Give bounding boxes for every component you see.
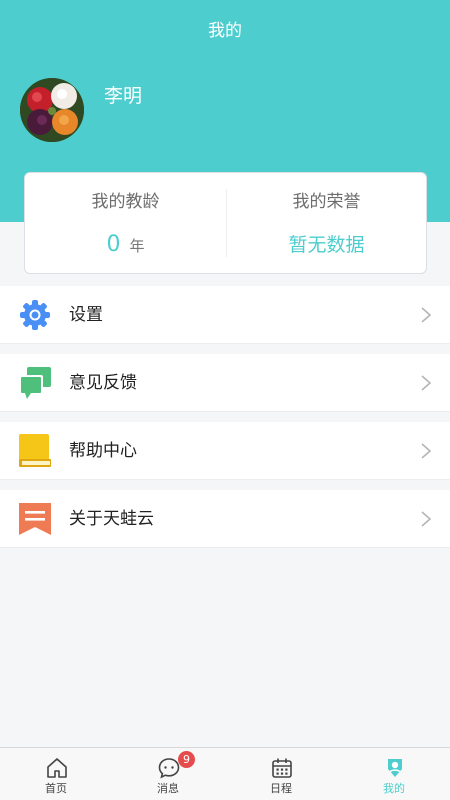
menu-label-settings: 设置 [69, 305, 103, 325]
chevron-right-icon [421, 307, 432, 323]
gear-icon [20, 300, 50, 330]
tab-label-home: 首页 [45, 782, 67, 795]
honors-label: 我的荣誉 [292, 192, 361, 212]
teaching-years-value: 0 年 [25, 231, 226, 260]
tab-label-schedule: 日程 [270, 782, 292, 795]
menu-item-feedback[interactable]: 意见反馈 [0, 354, 450, 412]
profile-icon [388, 759, 402, 777]
teaching-years-label: 我的教龄 [91, 192, 160, 212]
bookmark-icon [19, 503, 51, 535]
menu-item-settings[interactable]: 设置 [0, 286, 450, 344]
honors-stat[interactable]: 我的荣誉 暂无数据 [226, 173, 427, 273]
teaching-years-unit: 年 [129, 237, 145, 255]
honors-value: 暂无数据 [226, 231, 427, 260]
teaching-years-number: 0 [106, 232, 121, 257]
teaching-years-stat[interactable]: 我的教龄 0 年 [25, 173, 226, 273]
avatar[interactable] [20, 78, 84, 142]
chevron-right-icon [421, 375, 432, 391]
tab-schedule[interactable]: 日程 [225, 748, 337, 800]
unread-badge: 9 [178, 751, 195, 768]
book-icon [19, 434, 51, 467]
tab-messages[interactable]: 9 消息 [112, 748, 224, 800]
tab-profile[interactable]: 我的 [338, 748, 450, 800]
home-icon [47, 758, 67, 778]
bottom-tab-bar: 首页 9 消息 日程 我的 [0, 747, 450, 800]
honors-value-text: 暂无数据 [288, 234, 365, 256]
chat-bubble-icon [19, 367, 51, 399]
tab-label-profile: 我的 [383, 782, 405, 795]
menu-label-about: 关于天蛙云 [69, 509, 154, 529]
tab-home[interactable]: 首页 [0, 748, 112, 800]
chevron-right-icon [421, 443, 432, 459]
tab-label-messages: 消息 [157, 782, 179, 795]
menu-item-help[interactable]: 帮助中心 [0, 422, 450, 480]
user-name: 李明 [104, 85, 143, 107]
menu-label-help: 帮助中心 [69, 441, 137, 461]
menu-label-feedback: 意见反馈 [69, 373, 137, 393]
calendar-icon [272, 758, 292, 778]
chevron-right-icon [421, 511, 432, 527]
stats-card: 我的教龄 0 年 我的荣誉 暂无数据 [24, 172, 427, 274]
avatar-image [20, 78, 84, 142]
page-title: 我的 [208, 21, 242, 41]
menu-item-about[interactable]: 关于天蛙云 [0, 490, 450, 548]
